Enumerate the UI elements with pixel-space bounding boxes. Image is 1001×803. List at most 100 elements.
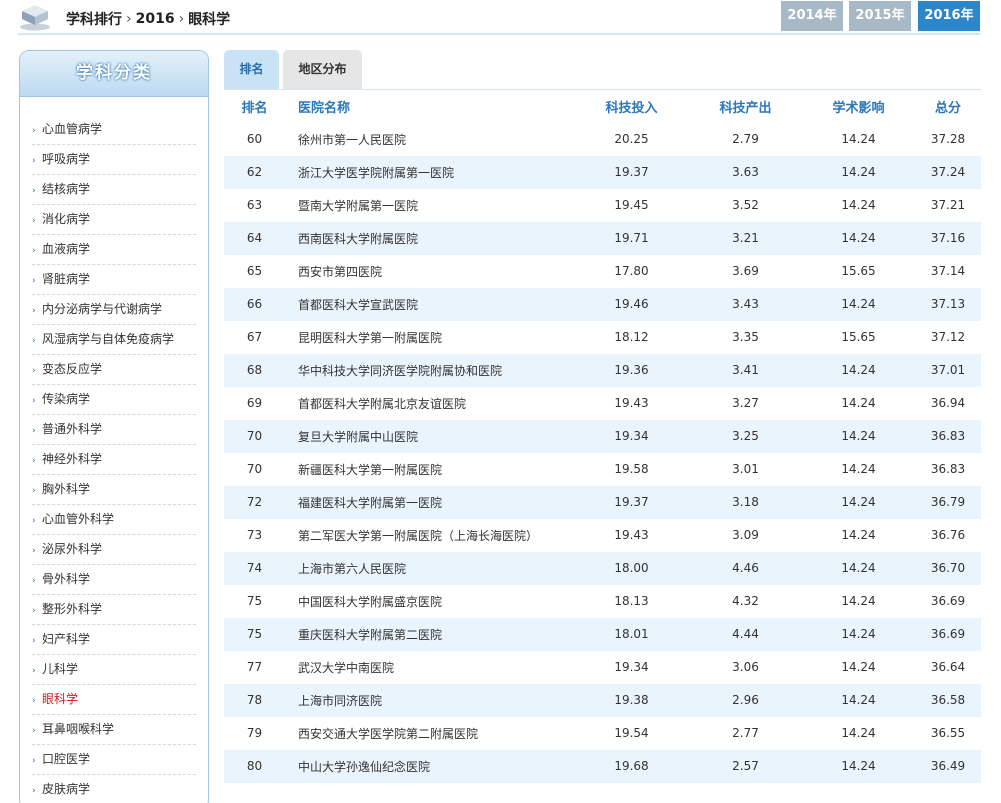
table-row: 77 武汉大学中南医院 19.34 3.06 14.24 36.64 bbox=[224, 650, 981, 684]
output-cell: 3.63 bbox=[732, 165, 759, 179]
sidebar-item[interactable]: › 肾脏病学 bbox=[32, 265, 196, 295]
bullet-arrow-icon: › bbox=[32, 756, 36, 766]
hospital-name-cell[interactable]: 武汉大学中南医院 bbox=[285, 651, 574, 684]
hospital-name-cell[interactable]: 第二军医大学第一附属医院（上海长海医院） bbox=[285, 519, 574, 552]
hospital-name-cell[interactable]: 上海市第六人民医院 bbox=[285, 552, 574, 585]
sidebar-item-label: 变态反应学 bbox=[42, 362, 103, 376]
chevron-right-icon: › bbox=[178, 11, 185, 27]
hospital-name-cell[interactable]: 复旦大学附属中山医院 bbox=[285, 420, 574, 453]
hospital-name-cell[interactable]: 福建医科大学附属第一医院 bbox=[285, 486, 574, 519]
rank-cell: 69 bbox=[246, 396, 263, 410]
year-button-2015[interactable]: 2015年 bbox=[849, 1, 911, 31]
hospital-name-cell[interactable]: 中国医科大学附属盛京医院 bbox=[285, 585, 574, 618]
impact-cell: 14.24 bbox=[841, 528, 876, 542]
breadcrumb-item[interactable]: 学科排行 bbox=[66, 12, 122, 28]
hospital-name-cell[interactable]: 西安市第四医院 bbox=[285, 255, 574, 288]
total-cell: 37.01 bbox=[930, 363, 966, 377]
impact-cell: 14.24 bbox=[841, 693, 876, 707]
sidebar-item[interactable]: › 心血管病学 bbox=[32, 115, 196, 145]
hospital-name-cell[interactable]: 首都医科大学附属北京友谊医院 bbox=[285, 387, 574, 420]
sidebar-item[interactable]: › 骨外科学 bbox=[32, 565, 196, 595]
impact-cell: 14.24 bbox=[841, 297, 876, 311]
sidebar-item[interactable]: › 消化病学 bbox=[32, 205, 196, 235]
sidebar-item[interactable]: › 泌尿外科学 bbox=[32, 535, 196, 565]
hospital-name-cell[interactable]: 上海市同济医院 bbox=[285, 684, 574, 717]
impact-cell: 14.24 bbox=[841, 132, 876, 146]
table-row: 67 昆明医科大学第一附属医院 18.12 3.35 15.65 37.12 bbox=[224, 320, 981, 354]
rank-cell: 78 bbox=[246, 693, 263, 707]
hospital-name-cell[interactable]: 徐州市第一人民医院 bbox=[285, 123, 574, 156]
hospital-name-cell[interactable]: 西安交通大学医学院第二附属医院 bbox=[285, 717, 574, 750]
sidebar-item[interactable]: › 儿科学 bbox=[32, 655, 196, 685]
rank-cell: 73 bbox=[246, 528, 263, 542]
table-body: 60 徐州市第一人民医院 20.25 2.79 14.24 37.28 62 浙江大学医学院附… bbox=[224, 122, 981, 783]
sidebar-item[interactable]: › 变态反应学 bbox=[32, 355, 196, 385]
sidebar-item[interactable]: › 耳鼻咽喉科学 bbox=[32, 715, 196, 745]
hospital-name-cell[interactable]: 华中科技大学同济医学院附属协和医院 bbox=[285, 354, 574, 387]
investment-cell: 19.34 bbox=[614, 660, 649, 674]
column-header-output: 科技产出 bbox=[719, 100, 772, 116]
sidebar-item[interactable]: › 整形外科学 bbox=[32, 595, 196, 625]
sidebar-item[interactable]: › 结核病学 bbox=[32, 175, 196, 205]
hospital-name-cell[interactable]: 新疆医科大学第一附属医院 bbox=[285, 453, 574, 486]
output-cell: 3.25 bbox=[732, 429, 759, 443]
sidebar-item[interactable]: › 胸外科学 bbox=[32, 475, 196, 505]
sidebar-item-label: 结核病学 bbox=[42, 182, 91, 196]
impact-cell: 15.65 bbox=[841, 330, 876, 344]
output-cell: 2.79 bbox=[732, 132, 759, 146]
sidebar-item-label: 心血管外科学 bbox=[42, 512, 115, 526]
sidebar-item-label: 神经外科学 bbox=[42, 452, 103, 466]
tab-region-distribution[interactable]: 地区分布 bbox=[283, 50, 362, 89]
rank-cell: 64 bbox=[246, 231, 263, 245]
sidebar-item[interactable]: › 眼科学 bbox=[32, 685, 196, 715]
hospital-name-cell[interactable]: 昆明医科大学第一附属医院 bbox=[285, 321, 574, 354]
hospital-name-cell[interactable]: 浙江大学医学院附属第一医院 bbox=[285, 156, 574, 189]
sidebar-title: 学科分类 bbox=[76, 63, 152, 83]
hospital-name-cell[interactable]: 重庆医科大学附属第二医院 bbox=[285, 618, 574, 651]
table-row: 73 第二军医大学第一附属医院（上海长海医院） 19.43 3.09 14.24 36.7… bbox=[224, 518, 981, 552]
table-row: 80 中山大学孙逸仙纪念医院 19.68 2.57 14.24 36.49 bbox=[224, 749, 981, 783]
sidebar-item-label: 整形外科学 bbox=[42, 602, 103, 616]
investment-cell: 19.71 bbox=[614, 231, 649, 245]
investment-cell: 18.12 bbox=[614, 330, 649, 344]
output-cell: 3.21 bbox=[732, 231, 759, 245]
sidebar-item-label: 传染病学 bbox=[42, 392, 91, 406]
year-button-2014[interactable]: 2014年 bbox=[781, 1, 843, 31]
year-switcher: 2014年 2015年 2016年 bbox=[781, 1, 981, 31]
hospital-name-cell[interactable]: 西南医科大学附属医院 bbox=[285, 222, 574, 255]
total-cell: 37.14 bbox=[930, 264, 966, 278]
sidebar-item[interactable]: › 血液病学 bbox=[32, 235, 196, 265]
investment-cell: 19.58 bbox=[614, 462, 649, 476]
output-cell: 4.46 bbox=[732, 561, 759, 575]
impact-cell: 14.24 bbox=[841, 495, 876, 509]
sidebar-item[interactable]: › 妇产科学 bbox=[32, 625, 196, 655]
rank-cell: 63 bbox=[246, 198, 263, 212]
breadcrumb-item[interactable]: 2016 bbox=[136, 11, 175, 27]
hospital-name-cell[interactable]: 中山大学孙逸仙纪念医院 bbox=[285, 750, 574, 783]
sidebar-item[interactable]: › 呼吸病学 bbox=[32, 145, 196, 175]
year-button-2016[interactable]: 2016年 bbox=[918, 1, 980, 31]
sidebar-item[interactable]: › 心血管外科学 bbox=[32, 505, 196, 535]
hospital-name-cell[interactable]: 暨南大学附属第一医院 bbox=[285, 189, 574, 222]
sidebar-item[interactable]: › 口腔医学 bbox=[32, 745, 196, 775]
sidebar-item[interactable]: › 传染病学 bbox=[32, 385, 196, 415]
sidebar-item[interactable]: › 神经外科学 bbox=[32, 445, 196, 475]
sidebar-item[interactable]: › 内分泌病学与代谢病学 bbox=[32, 295, 196, 325]
bullet-arrow-icon: › bbox=[32, 336, 36, 346]
impact-cell: 14.24 bbox=[841, 165, 876, 179]
bullet-arrow-icon: › bbox=[32, 306, 36, 316]
investment-cell: 18.13 bbox=[614, 594, 649, 608]
rank-cell: 62 bbox=[246, 165, 263, 179]
investment-cell: 19.54 bbox=[614, 726, 649, 740]
rank-cell: 79 bbox=[246, 726, 263, 740]
table-row: 72 福建医科大学附属第一医院 19.37 3.18 14.24 36.79 bbox=[224, 485, 981, 519]
sidebar-item-label: 眼科学 bbox=[42, 692, 79, 706]
breadcrumb: 学科排行 › 2016 › 眼科学 bbox=[66, 9, 230, 29]
impact-cell: 14.24 bbox=[841, 462, 876, 476]
tab-ranking[interactable]: 排名 bbox=[224, 50, 279, 89]
sidebar-item[interactable]: › 风湿病学与自体免疫病学 bbox=[32, 325, 196, 355]
sidebar-item[interactable]: › 普通外科学 bbox=[32, 415, 196, 445]
sidebar-item[interactable]: › 皮肤病学 bbox=[32, 775, 196, 803]
hospital-name-cell[interactable]: 首都医科大学宣武医院 bbox=[285, 288, 574, 321]
category-sidebar: 学科分类 › 心血管病学 › 呼吸病学 › 结核病学 › 消化病学 › 血液病学 › 肾脏病学 › 内分泌… bbox=[19, 50, 209, 803]
